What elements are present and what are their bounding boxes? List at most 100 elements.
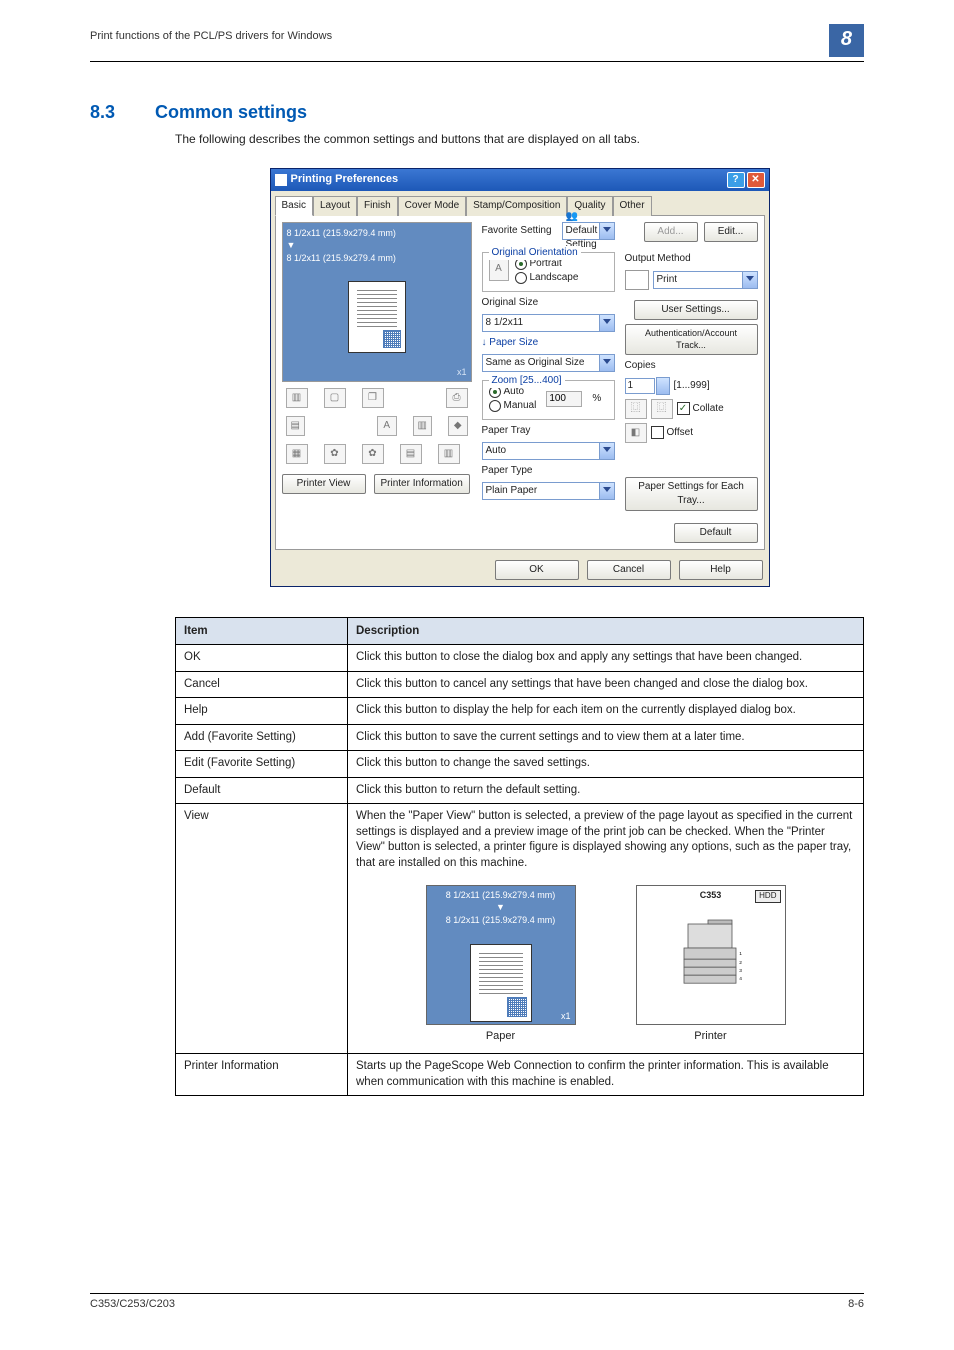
paper-view-figure: 8 1/2x11 (215.9x279.4 mm) ▼ 8 1/2x11 (21… bbox=[426, 885, 576, 1025]
chapter-title: Print functions of the PCL/PS drivers fo… bbox=[90, 30, 332, 42]
orientation-group-label: Original Orientation bbox=[489, 246, 581, 260]
original-size-combo[interactable]: 8 1/2x11 bbox=[482, 314, 615, 332]
footer-model: C353/C253/C203 bbox=[90, 1298, 175, 1310]
status-icon-13: ▥ bbox=[438, 444, 460, 464]
table-row: Printer Information Starts up the PageSc… bbox=[176, 1054, 864, 1096]
output-method-combo[interactable]: Print bbox=[653, 271, 758, 289]
preview-size-line-1: 8 1/2x11 (215.9x279.4 mm) bbox=[287, 227, 467, 240]
status-icon-6: A bbox=[377, 416, 397, 436]
printer-information-button[interactable]: Printer Information bbox=[374, 474, 470, 494]
svg-text:2: 2 bbox=[739, 960, 742, 966]
table-row: DefaultClick this button to return the d… bbox=[176, 777, 864, 804]
paper-tray-combo[interactable]: Auto bbox=[482, 442, 615, 460]
tab-other[interactable]: Other bbox=[613, 196, 652, 216]
dialog-titlebar: Printing Preferences ? ✕ bbox=[271, 169, 769, 191]
table-row: CancelClick this button to cancel any se… bbox=[176, 671, 864, 698]
th-desc: Description bbox=[348, 617, 864, 644]
table-row: Add (Favorite Setting)Click this button … bbox=[176, 724, 864, 751]
collate-icon: ⿶ bbox=[625, 399, 647, 419]
table-row: OKClick this button to close the dialog … bbox=[176, 645, 864, 672]
favorite-edit-button[interactable]: Edit... bbox=[704, 222, 758, 242]
favorite-setting-combo[interactable]: 👥 Default Setting bbox=[562, 222, 615, 240]
printer-view-button[interactable]: Printer View bbox=[282, 474, 366, 494]
offset-icon: ◧ bbox=[625, 423, 647, 443]
copies-spinner[interactable]: 1 bbox=[625, 377, 670, 395]
status-icon-12: ▤ bbox=[400, 444, 422, 464]
titlebar-help-button[interactable]: ? bbox=[727, 172, 745, 188]
offset-checkbox[interactable]: Offset bbox=[651, 426, 694, 440]
printing-preferences-dialog: Printing Preferences ? ✕ Basic Layout Fi… bbox=[270, 168, 770, 587]
zoom-value-input[interactable] bbox=[546, 391, 582, 407]
auth-account-button[interactable]: Authentication/Account Track... bbox=[625, 324, 758, 355]
preview-scale: x1 bbox=[457, 366, 467, 379]
paper-size-combo[interactable]: Same as Original Size bbox=[482, 354, 615, 372]
section-number: 8.3 bbox=[90, 102, 115, 123]
status-icon-10: ✿ bbox=[324, 444, 346, 464]
status-icon-2: ▢ bbox=[324, 388, 346, 408]
status-icon-9: ▦ bbox=[286, 444, 308, 464]
status-icon-5: ▤ bbox=[286, 416, 306, 436]
svg-text:4: 4 bbox=[739, 976, 742, 982]
default-button[interactable]: Default bbox=[674, 523, 758, 543]
paper-type-label: Paper Type bbox=[482, 464, 615, 478]
tab-stamp-composition[interactable]: Stamp/Composition bbox=[466, 196, 567, 216]
dialog-icon bbox=[275, 174, 287, 186]
preview-page-icon bbox=[348, 281, 406, 353]
favorite-add-button[interactable]: Add... bbox=[644, 222, 698, 242]
table-row: Edit (Favorite Setting)Click this button… bbox=[176, 751, 864, 778]
paper-preview: 8 1/2x11 (215.9x279.4 mm) ▼ 8 1/2x11 (21… bbox=[282, 222, 472, 382]
status-icon-4: ⎙ bbox=[446, 388, 468, 408]
copies-label: Copies bbox=[625, 359, 758, 373]
paper-caption: Paper bbox=[426, 1029, 576, 1044]
settings-description-table: Item Description OKClick this button to … bbox=[175, 617, 864, 1096]
landscape-radio[interactable]: Landscape bbox=[515, 271, 579, 285]
printer-view-figure: C353 HDD bbox=[636, 885, 786, 1025]
th-item: Item bbox=[176, 617, 348, 644]
preview-size-line-2: 8 1/2x11 (215.9x279.4 mm) bbox=[287, 252, 467, 265]
tab-finish[interactable]: Finish bbox=[357, 196, 398, 216]
table-row: HelpClick this button to display the hel… bbox=[176, 698, 864, 725]
footer-page: 8-6 bbox=[848, 1298, 864, 1310]
ok-button[interactable]: OK bbox=[495, 560, 579, 580]
status-icon-3: ❐ bbox=[362, 388, 384, 408]
view-row-desc: When the "Paper View" button is selected… bbox=[356, 809, 855, 871]
dialog-title: Printing Preferences bbox=[291, 172, 725, 187]
original-size-label: Original Size bbox=[482, 296, 615, 310]
output-method-label: Output Method bbox=[625, 252, 758, 266]
footer-rule bbox=[90, 1293, 864, 1294]
cancel-button[interactable]: Cancel bbox=[587, 560, 671, 580]
paper-tray-label: Paper Tray bbox=[482, 424, 615, 438]
hdd-badge: HDD bbox=[755, 890, 780, 903]
chapter-number-badge: 8 bbox=[829, 24, 864, 57]
svg-text:3: 3 bbox=[739, 968, 742, 974]
status-icon-7: ▥ bbox=[413, 416, 433, 436]
printer-caption: Printer bbox=[636, 1029, 786, 1044]
help-button[interactable]: Help bbox=[679, 560, 763, 580]
copies-range: [1...999] bbox=[674, 379, 710, 393]
tab-basic[interactable]: Basic bbox=[275, 196, 313, 216]
output-method-icon bbox=[625, 270, 649, 290]
tab-strip: Basic Layout Finish Cover Mode Stamp/Com… bbox=[271, 191, 769, 215]
table-row-view: View When the "Paper View" button is sel… bbox=[176, 804, 864, 1054]
paper-size-label: ↓ Paper Size bbox=[482, 336, 615, 350]
svg-text:1: 1 bbox=[739, 951, 742, 957]
zoom-unit: % bbox=[592, 392, 601, 406]
status-icon-1: ▥ bbox=[286, 388, 308, 408]
status-icon-11: ✿ bbox=[362, 444, 384, 464]
user-settings-button[interactable]: User Settings... bbox=[634, 300, 758, 320]
collate-icon-2: ⿶ bbox=[651, 399, 673, 419]
zoom-group-label: Zoom [25...400] bbox=[489, 374, 565, 388]
titlebar-close-button[interactable]: ✕ bbox=[747, 172, 765, 188]
zoom-manual-radio[interactable]: Manual bbox=[489, 399, 537, 413]
paper-type-combo[interactable]: Plain Paper bbox=[482, 482, 615, 500]
favorite-setting-label: Favorite Setting bbox=[482, 224, 552, 238]
tab-layout[interactable]: Layout bbox=[313, 196, 357, 216]
status-icon-8: ◆ bbox=[448, 416, 468, 436]
orientation-icon: A bbox=[489, 257, 509, 281]
tab-cover-mode[interactable]: Cover Mode bbox=[398, 196, 466, 216]
section-intro: The following describes the common setti… bbox=[175, 131, 864, 148]
collate-checkbox[interactable]: ✓Collate bbox=[677, 402, 724, 416]
section-title: Common settings bbox=[155, 102, 307, 123]
paper-settings-tray-button[interactable]: Paper Settings for Each Tray... bbox=[625, 477, 758, 511]
header-rule bbox=[90, 61, 864, 62]
